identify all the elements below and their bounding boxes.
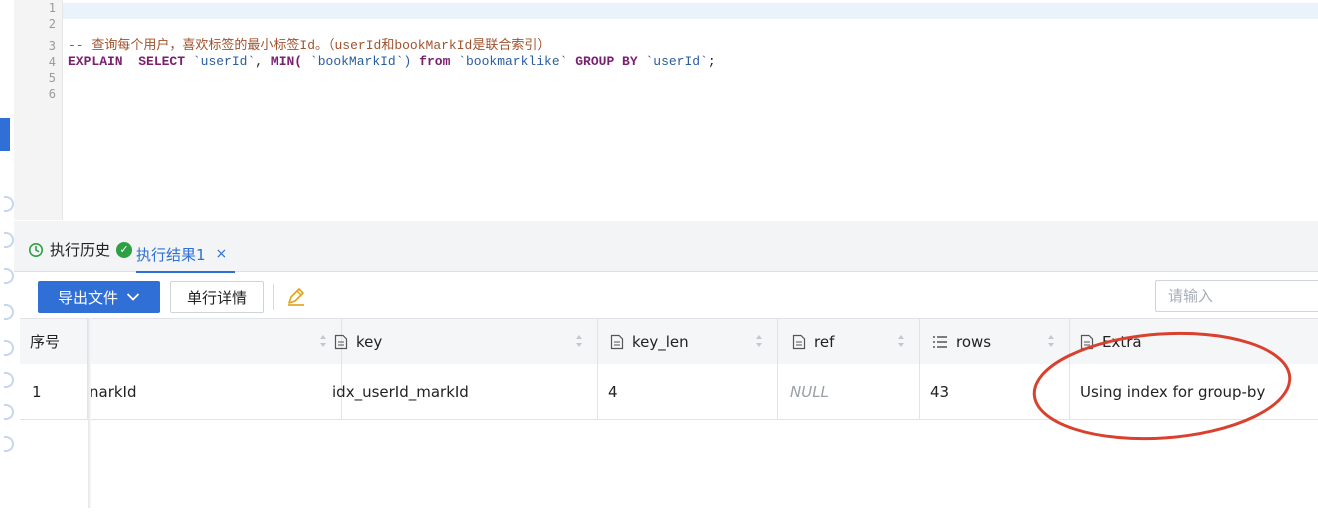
frozen-column-shadow — [88, 318, 91, 508]
header-key-label: key — [356, 332, 383, 351]
sql-query-line[interactable]: EXPLAIN SELECT `userId`, MIN( `bookMarkI… — [68, 55, 716, 68]
search-input[interactable] — [1155, 280, 1318, 312]
column-bookmarkid: `bookMarkId` — [309, 54, 404, 69]
semicolon: ; — [707, 54, 716, 69]
tab-execution-result[interactable]: 执行结果1 × — [136, 237, 236, 273]
cell-ref: NULL — [778, 364, 920, 419]
function-min: MIN( — [270, 54, 303, 69]
close-icon[interactable]: × — [216, 246, 228, 262]
header-rows-label: rows — [956, 332, 992, 351]
column-userid-groupby: `userId` — [645, 54, 708, 69]
history-icon — [29, 242, 43, 257]
active-line-highlight — [63, 3, 1318, 19]
header-index[interactable]: 序号 — [20, 319, 88, 364]
chevron-down-icon — [126, 293, 140, 301]
keyword-select: SELECT — [138, 54, 186, 69]
success-check-icon: ✓ — [116, 241, 133, 258]
header-key[interactable]: key — [322, 319, 598, 364]
header-key-len[interactable]: key_len — [598, 319, 778, 364]
cell-key-len: 4 — [598, 364, 778, 419]
keyword-group-by: GROUP BY — [575, 54, 638, 69]
keyword-from: from — [419, 54, 451, 69]
toolbar-divider — [273, 284, 274, 310]
row-detail-button[interactable]: 单行详情 — [170, 281, 264, 313]
sql-editor[interactable] — [14, 0, 1318, 220]
left-sidebar-active-marker — [0, 118, 10, 151]
file-icon — [610, 334, 624, 349]
cell-possible-keys: narkId — [88, 364, 342, 419]
tab-result-label: 执行结果1 — [136, 245, 206, 264]
header-ref-label: ref — [814, 332, 835, 351]
sort-icon[interactable] — [897, 333, 905, 349]
line-number: 1 — [48, 1, 56, 15]
edit-pencil-icon[interactable] — [284, 284, 308, 308]
line-number: 2 — [48, 17, 56, 31]
close-paren: ) — [403, 54, 412, 69]
header-index-label: 序号 — [30, 333, 61, 351]
header-possible-keys[interactable] — [88, 319, 342, 364]
file-icon — [334, 334, 348, 349]
tab-history-label: 执行历史 — [50, 241, 111, 259]
export-file-button[interactable]: 导出文件 — [38, 281, 160, 313]
line-number: 6 — [48, 87, 56, 101]
export-file-label: 导出文件 — [57, 288, 118, 307]
list-icon — [933, 335, 947, 348]
sql-comment-line[interactable]: -- 查询每个用户，喜欢标签的最小标签Id。（userId和bookMarkId… — [68, 39, 550, 52]
sort-icon[interactable] — [755, 333, 763, 349]
keyword-explain: EXPLAIN — [68, 54, 123, 69]
header-ref[interactable]: ref — [778, 319, 920, 364]
table-bookmarklike: `bookmarklike` — [458, 54, 568, 69]
header-key-len-label: key_len — [632, 332, 689, 351]
file-icon — [792, 334, 806, 349]
tab-execution-history[interactable]: 执行历史 ✓ — [28, 239, 133, 260]
comma: , — [255, 54, 264, 69]
line-number: 4 — [48, 55, 56, 69]
sort-icon[interactable] — [575, 333, 583, 349]
line-number: 3 — [48, 39, 56, 53]
annotation-ellipse — [1032, 331, 1292, 441]
cell-key: idx_userId_markId — [322, 364, 598, 419]
line-number-gutter: 1 2 3 4 5 6 — [14, 0, 63, 220]
column-userid: `userId` — [192, 54, 256, 69]
cell-index: 1 — [20, 364, 88, 419]
line-number: 5 — [48, 71, 56, 85]
